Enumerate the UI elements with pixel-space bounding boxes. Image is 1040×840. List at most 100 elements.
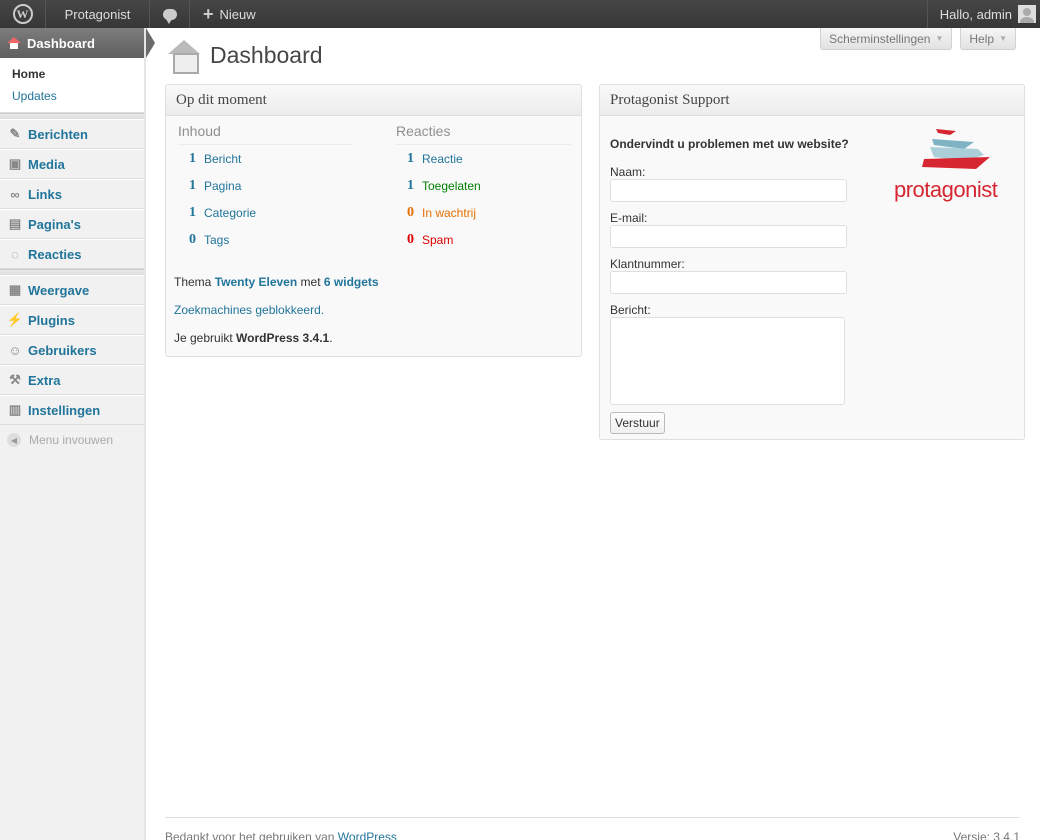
media-icon: ▣: [8, 156, 22, 171]
customer-number-field[interactable]: [610, 271, 847, 294]
footer-version: Versie: 3.4.1: [953, 830, 1020, 840]
admin-bar: W Protagonist + Nieuw Hallo, admin: [0, 0, 1040, 28]
sidebar-item-label: Instellingen: [28, 402, 101, 418]
version-info: Je gebruikt WordPress 3.4.1.: [174, 331, 333, 345]
sidebar-item-media[interactable]: ▣ Media: [0, 149, 145, 179]
count-label: Toegelaten: [422, 178, 481, 193]
sidebar-item-label: Plugins: [28, 312, 75, 328]
screen-meta-links: Scherminstellingen ▼ Help ▼: [820, 28, 1016, 50]
sidebar-item-label: Extra: [28, 372, 61, 388]
widget-title[interactable]: Op dit moment: [166, 85, 581, 116]
list-item[interactable]: 0 In wachtrij: [396, 199, 571, 226]
widgets-count: 6 widgets: [323, 275, 379, 289]
help-button[interactable]: Help ▼: [960, 28, 1016, 50]
widget-title[interactable]: Protagonist Support: [600, 85, 1024, 116]
new-content-menu[interactable]: + Nieuw: [190, 0, 269, 28]
count-label: Pagina: [204, 178, 242, 193]
collapse-menu-button[interactable]: ◀ Menu invouwen: [0, 425, 145, 455]
list-item[interactable]: 0 Spam: [396, 226, 571, 253]
account-menu[interactable]: Hallo, admin: [926, 0, 1040, 28]
appearance-icon: ▦: [8, 282, 22, 297]
support-question: Ondervindt u problemen met uw website?: [610, 137, 849, 151]
list-item[interactable]: 0 Tags: [178, 226, 353, 253]
count-label: Tags: [204, 232, 230, 247]
search-blocked-link[interactable]: Zoekmachines geblokkeerd.: [174, 303, 324, 317]
sidebar-item-weergave[interactable]: ▦ Weergave: [0, 275, 145, 305]
send-button[interactable]: Verstuur: [610, 412, 665, 434]
sidebar-item-label: Media: [28, 156, 65, 172]
theme-prefix: Thema: [174, 275, 212, 289]
sidebar-item-links[interactable]: ∞ Links: [0, 179, 145, 209]
comment-bubble-icon: [162, 8, 177, 24]
list-item[interactable]: 1 Categorie: [178, 199, 353, 226]
dashboard-house-icon: [168, 40, 200, 74]
sidebar-item-label: Berichten: [28, 126, 88, 142]
list-item[interactable]: 1 Pagina: [178, 172, 353, 199]
widgets-link[interactable]: 6 widgets: [324, 275, 379, 289]
list-item[interactable]: 1 Bericht: [178, 145, 353, 172]
count-label: Spam: [422, 232, 454, 247]
column-header: Inhoud: [178, 121, 353, 145]
name-field[interactable]: [610, 179, 847, 202]
chevron-down-icon: ▼: [935, 34, 944, 43]
email-field[interactable]: [610, 225, 847, 248]
help-label: Help: [969, 31, 995, 46]
submenu-home[interactable]: Home: [0, 64, 145, 86]
footer: Bedankt voor het gebruiken van WordPress…: [165, 817, 1020, 840]
chevron-down-icon: ▼: [999, 34, 1007, 43]
logo-text: protagonist: [894, 177, 998, 202]
count: 1: [189, 177, 196, 193]
sidebar-item-reacties[interactable]: ◌ Reacties: [0, 239, 145, 269]
settings-icon: ▥: [8, 402, 22, 417]
theme-info: Thema Twenty Eleven met 6 widgets: [174, 275, 379, 289]
theme-link[interactable]: Twenty Eleven: [215, 275, 297, 289]
sidebar-item-label: Links: [28, 186, 62, 202]
admin-sidebar: Dashboard Home Updates ✎ Berichten ▣ Med…: [0, 28, 155, 840]
submenu-updates[interactable]: Updates: [0, 86, 145, 108]
wordpress-menu[interactable]: W: [0, 0, 46, 28]
sidebar-item-label: Pagina's: [28, 216, 81, 232]
sidebar-item-paginas[interactable]: ▤ Pagina's: [0, 209, 145, 239]
wordpress-link[interactable]: WordPress: [338, 830, 397, 840]
column-header: Reacties: [396, 121, 571, 145]
version-suffix: .: [329, 331, 333, 345]
screen-options-button[interactable]: Scherminstellingen ▼: [820, 28, 953, 50]
comments-link[interactable]: [150, 0, 190, 28]
count: 1: [407, 177, 414, 193]
sidebar-item-plugins[interactable]: ⚡ Plugins: [0, 305, 145, 335]
sidebar-item-dashboard[interactable]: Dashboard: [0, 28, 155, 58]
discussion-column: Reacties 1 Reactie 1 Toegelaten 0 In wac…: [396, 121, 571, 253]
avatar: [1018, 5, 1036, 23]
sidebar-item-label: Dashboard: [27, 35, 95, 51]
customer-number-label: Klantnummer:: [610, 257, 685, 271]
collapse-label: Menu invouwen: [29, 433, 114, 447]
count: 0: [189, 231, 196, 247]
footer-thanks: Bedankt voor het gebruiken van: [165, 830, 335, 840]
support-form: Ondervindt u problemen met uw website? N…: [610, 137, 850, 434]
site-name-link[interactable]: Protagonist: [46, 0, 150, 28]
wordpress-logo-icon: W: [12, 4, 33, 24]
pushpin-icon: ✎: [9, 126, 21, 141]
count: 1: [189, 150, 196, 166]
sidebar-item-berichten[interactable]: ✎ Berichten: [0, 119, 145, 149]
sidebar-item-instellingen[interactable]: ▥ Instellingen: [0, 395, 145, 425]
users-icon: ☺: [8, 342, 22, 358]
protagonist-logo: protagonist: [894, 127, 1014, 202]
count-label: In wachtrij: [422, 205, 477, 220]
new-content-label: Nieuw: [219, 6, 256, 22]
dashboard-submenu: Home Updates: [0, 58, 145, 113]
count: 1: [407, 150, 414, 166]
flag-logo-icon: [922, 129, 990, 169]
count: 1: [189, 204, 196, 220]
theme-mid: met: [300, 275, 321, 289]
name-label: Naam:: [610, 165, 646, 179]
count-label: Bericht: [204, 151, 242, 166]
home-icon: [7, 37, 21, 49]
sidebar-item-extra[interactable]: ⚒ Extra: [0, 365, 145, 395]
version-prefix: Je gebruikt: [174, 331, 233, 345]
content-column: Inhoud 1 Bericht 1 Pagina 1 Categorie 0 …: [178, 121, 353, 253]
message-textarea[interactable]: [610, 317, 845, 405]
sidebar-item-gebruikers[interactable]: ☺ Gebruikers: [0, 335, 145, 365]
list-item[interactable]: 1 Toegelaten: [396, 172, 571, 199]
list-item[interactable]: 1 Reactie: [396, 145, 571, 172]
